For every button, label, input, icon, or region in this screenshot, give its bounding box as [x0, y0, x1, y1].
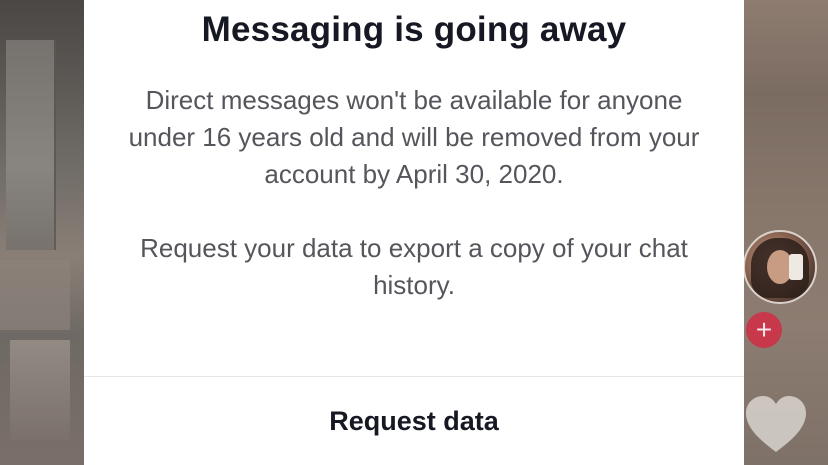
app-screen: + Messaging is going away Direct message…: [0, 0, 828, 465]
creator-avatar[interactable]: [743, 230, 817, 304]
background-door: [6, 40, 56, 250]
heart-icon[interactable]: [740, 388, 812, 460]
plus-icon: +: [755, 314, 773, 345]
dialog-instruction: Request your data to export a copy of yo…: [140, 233, 688, 300]
dialog-title: Messaging is going away: [201, 10, 627, 49]
messaging-deprecation-dialog: Messaging is going away Direct messages …: [84, 0, 744, 465]
follow-button[interactable]: +: [746, 312, 782, 348]
dialog-body: Direct messages won't be available for a…: [124, 82, 704, 304]
avatar-phone: [789, 254, 803, 280]
video-background-left: [0, 0, 84, 465]
dialog-message: Direct messages won't be available for a…: [128, 85, 700, 189]
background-frame: [0, 260, 70, 330]
request-data-button[interactable]: Request data: [84, 377, 744, 465]
background-shelf: [10, 340, 70, 440]
